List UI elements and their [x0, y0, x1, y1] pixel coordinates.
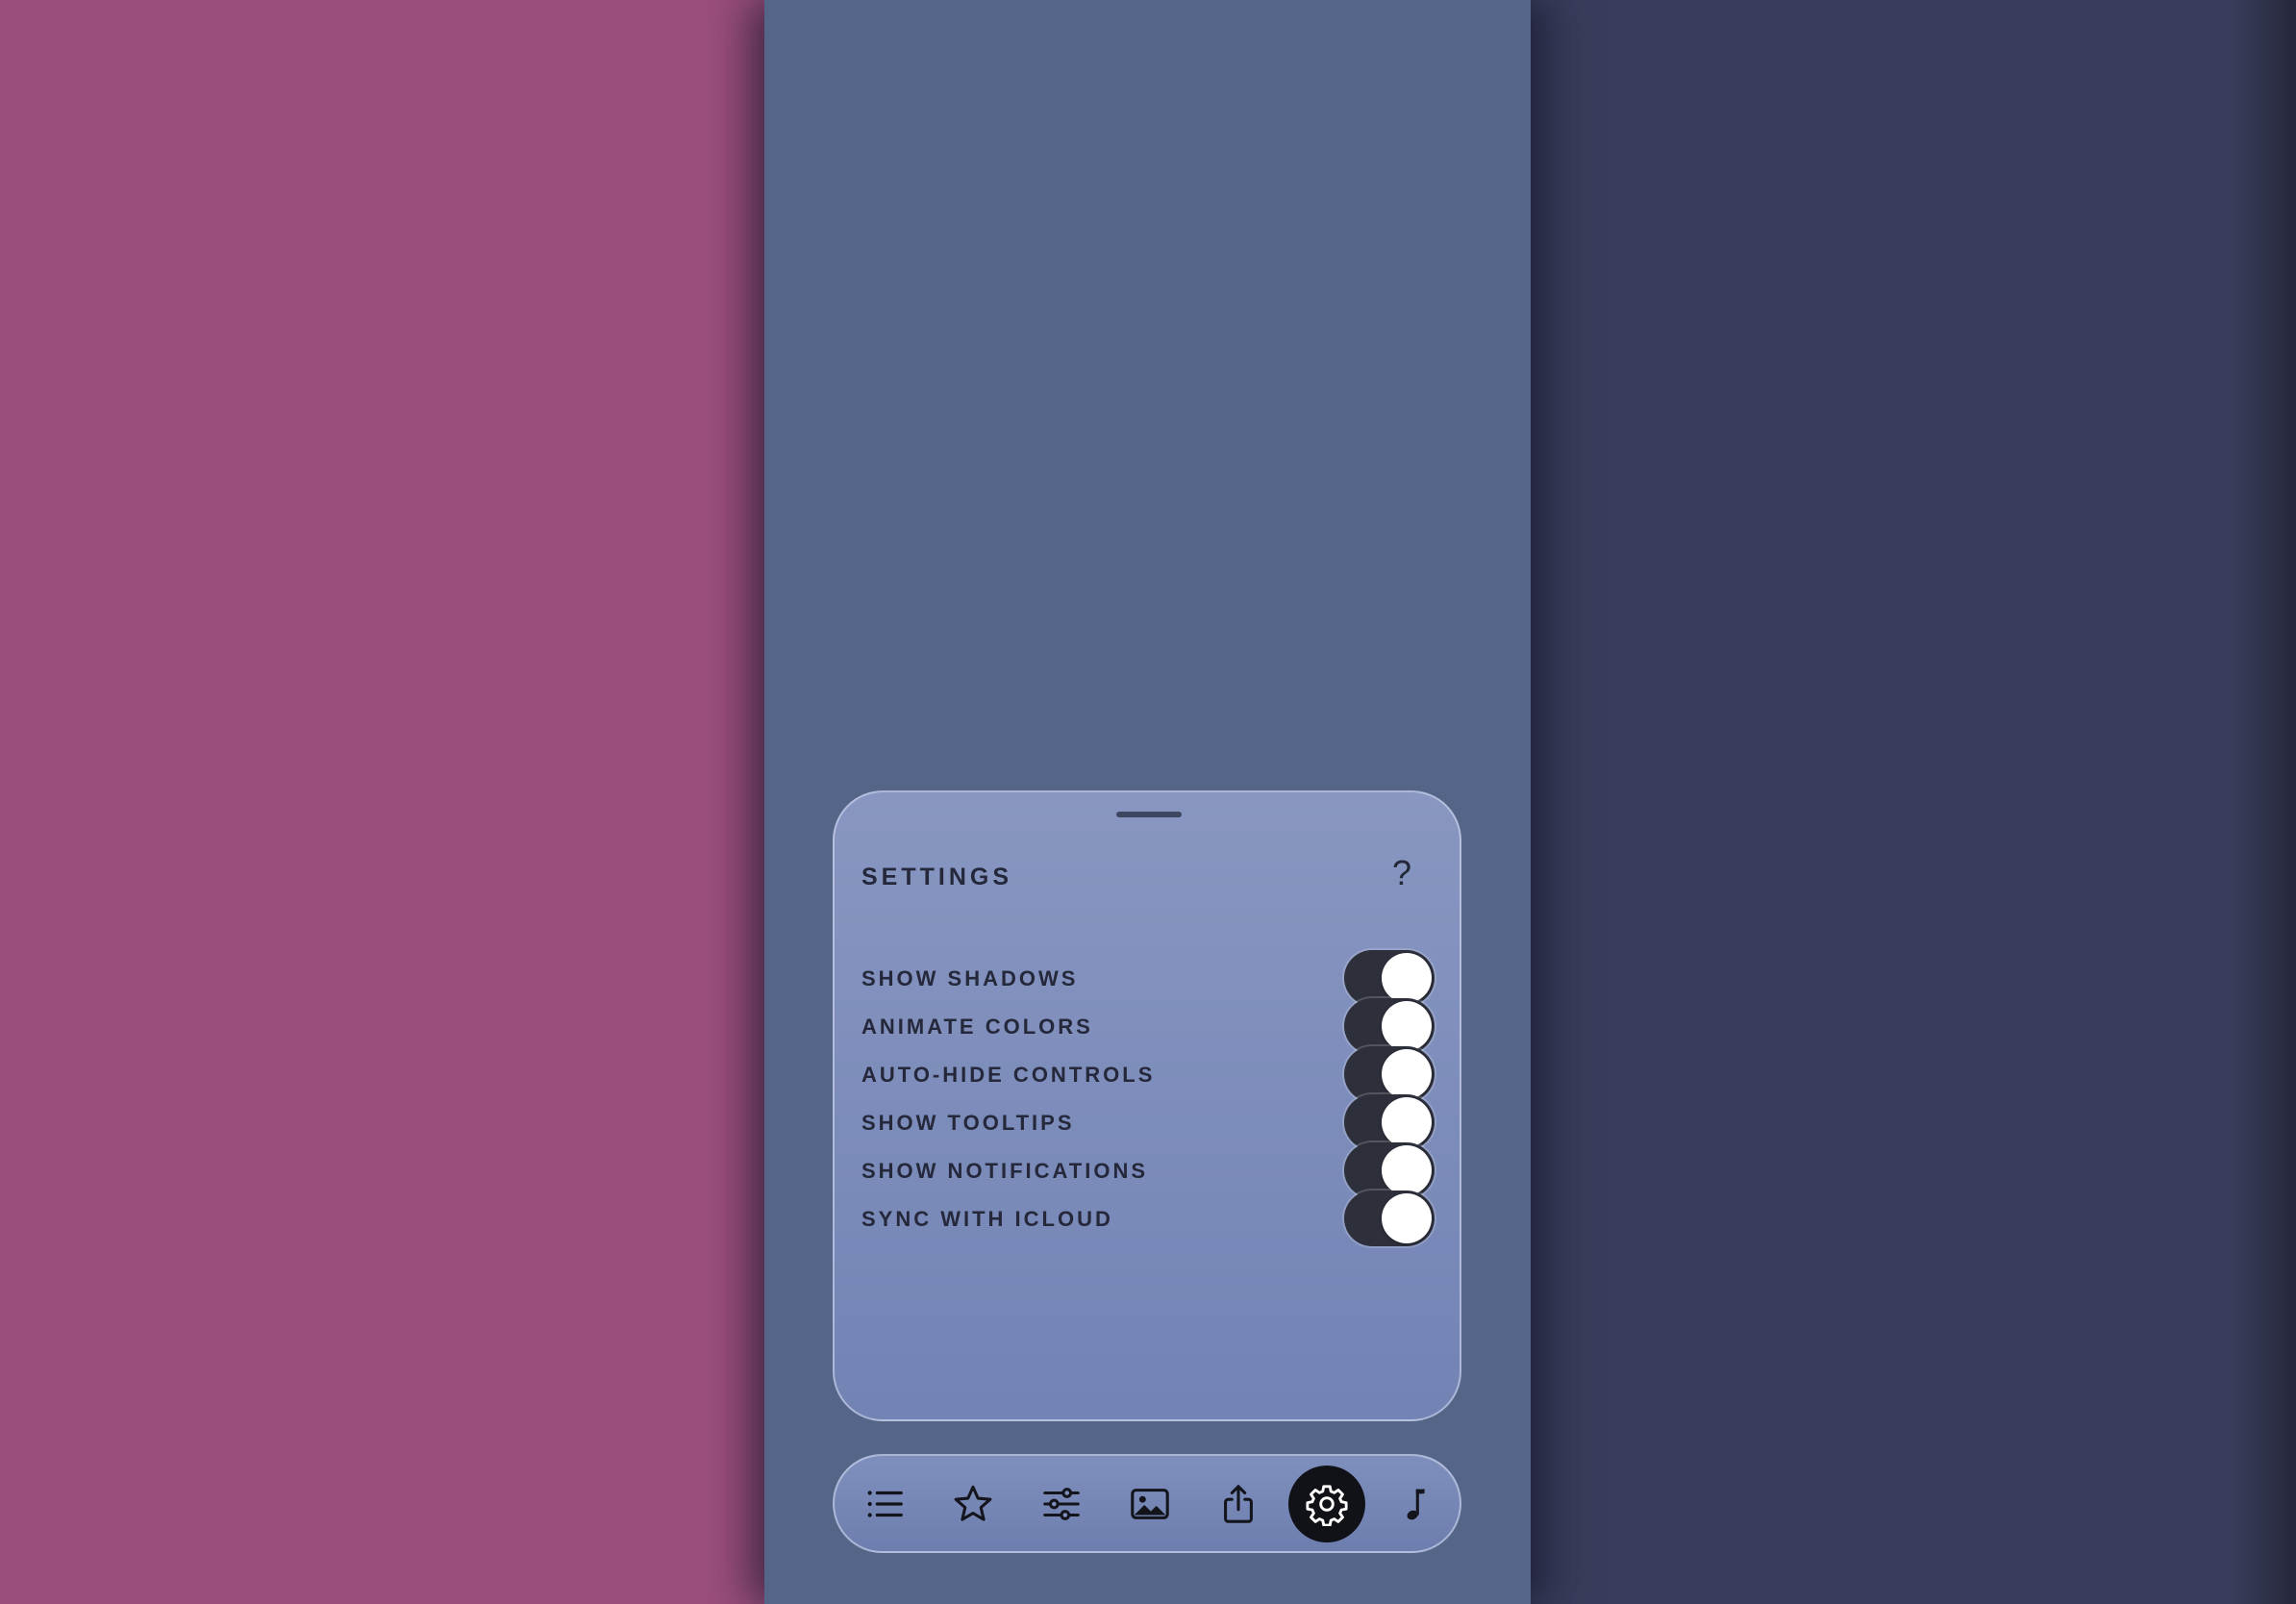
setting-label: SHOW TOOLTIPS: [861, 1111, 1075, 1135]
toggle-knob: [1382, 1001, 1432, 1051]
toggle-knob: [1382, 1145, 1432, 1195]
setting-label: ANIMATE COLORS: [861, 1015, 1093, 1039]
tab-image[interactable]: [1111, 1466, 1188, 1542]
sync-with-icloud-toggle[interactable]: [1344, 1190, 1435, 1246]
image-icon: [1131, 1489, 1169, 1519]
star-icon: [954, 1485, 992, 1521]
tab-share[interactable]: [1200, 1466, 1277, 1542]
settings-title: SETTINGS: [861, 864, 1013, 890]
settings-panel: SETTINGS ? SHOW SHADOWS ANIMATE COLORS A…: [833, 790, 1461, 1421]
list-icon: [867, 1491, 903, 1517]
panel-grabber-handle[interactable]: [1116, 812, 1182, 817]
toggle-knob: [1382, 953, 1432, 1003]
help-button[interactable]: ?: [1383, 852, 1421, 894]
music-note-icon: [1407, 1489, 1425, 1520]
setting-label: SHOW NOTIFICATIONS: [861, 1159, 1149, 1183]
toggle-knob: [1382, 1193, 1432, 1243]
tab-list[interactable]: [846, 1466, 923, 1542]
setting-row-sync-with-icloud: SYNC WITH ICLOUD: [861, 1190, 1435, 1246]
tab-music[interactable]: [1377, 1466, 1454, 1542]
gear-icon: [1306, 1485, 1348, 1526]
left-color-column: [0, 0, 764, 1604]
setting-label: AUTO-HIDE CONTROLS: [861, 1063, 1156, 1087]
right-color-column: [1531, 0, 2296, 1604]
sliders-icon: [1043, 1488, 1080, 1520]
bottom-toolbar: [833, 1454, 1461, 1553]
toggle-knob: [1382, 1049, 1432, 1099]
toggle-knob: [1382, 1097, 1432, 1147]
tab-adjustments[interactable]: [1023, 1466, 1100, 1542]
setting-label: SHOW SHADOWS: [861, 966, 1079, 990]
share-icon: [1224, 1485, 1253, 1523]
tab-favorites[interactable]: [935, 1466, 1011, 1542]
tab-settings[interactable]: [1288, 1466, 1365, 1542]
setting-label: SYNC WITH ICLOUD: [861, 1207, 1113, 1231]
